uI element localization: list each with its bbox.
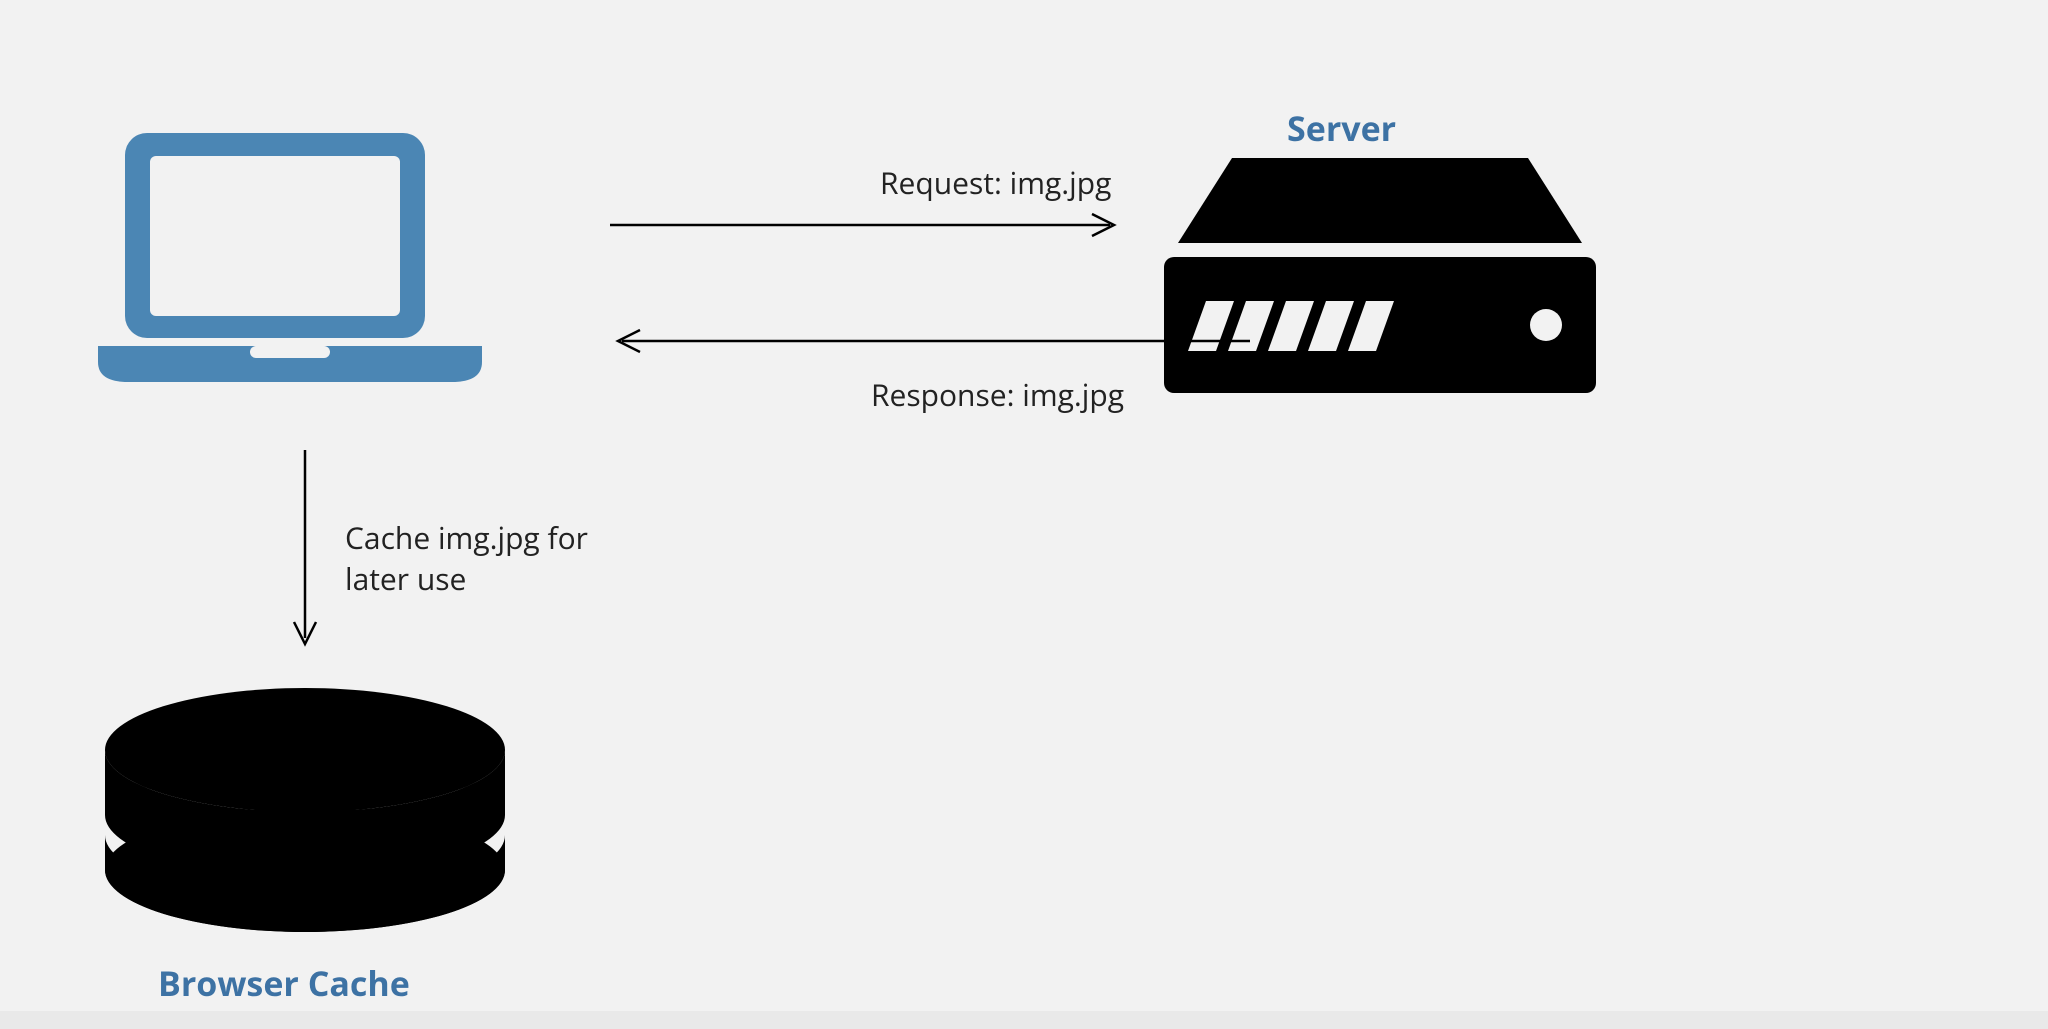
cache-arrow bbox=[290, 450, 320, 655]
response-arrow bbox=[610, 326, 1250, 361]
cache-note-label: Cache img.jpg for later use bbox=[345, 518, 645, 599]
response-label: Response: img.jpg bbox=[871, 374, 1124, 415]
server-label: Server bbox=[1287, 105, 1396, 151]
browser-cache-label: Browser Cache bbox=[158, 960, 410, 1006]
laptop-icon bbox=[90, 130, 490, 400]
browser-cache-icon bbox=[100, 685, 510, 940]
bottom-shadow bbox=[0, 1011, 2048, 1029]
request-arrow bbox=[610, 210, 1122, 245]
request-label: Request: img.jpg bbox=[880, 162, 1111, 203]
server-icon bbox=[1164, 153, 1596, 403]
diagram-canvas: Server bbox=[0, 0, 2048, 1029]
